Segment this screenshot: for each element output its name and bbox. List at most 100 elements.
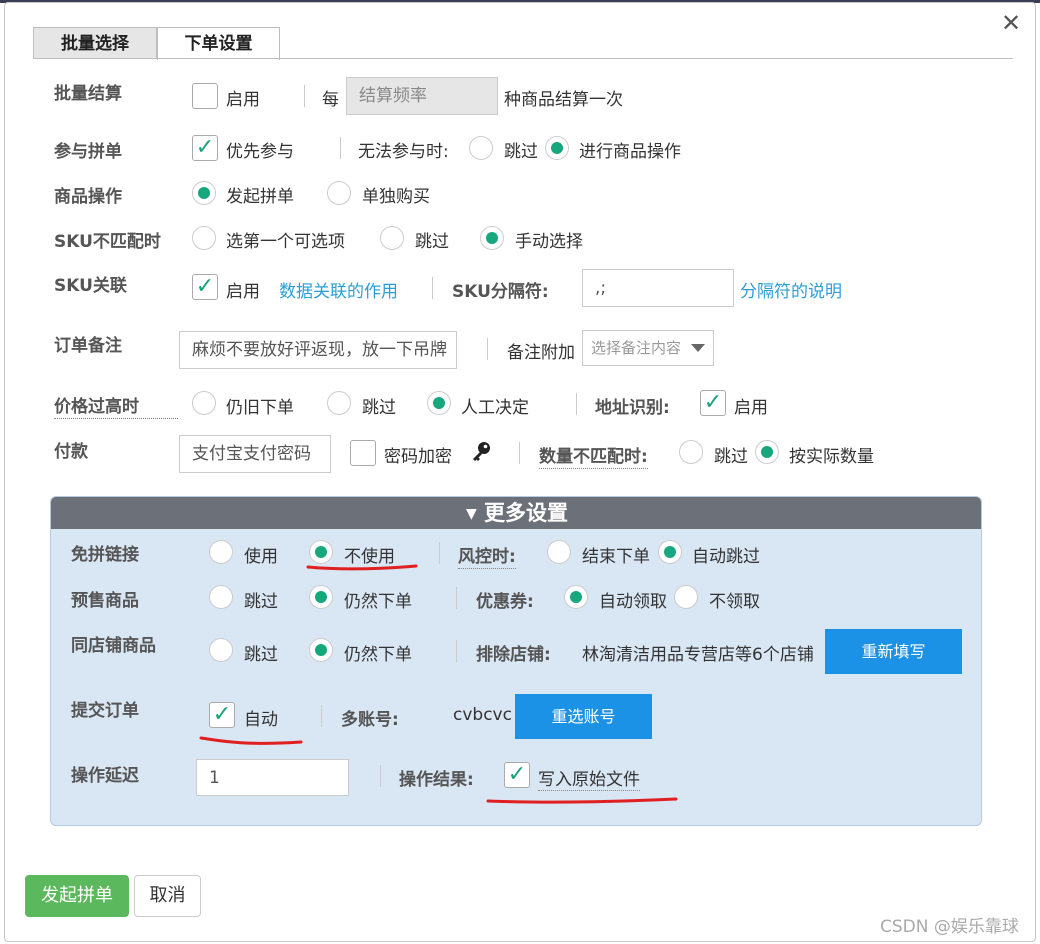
reselect-account-button[interactable]: 重选账号 bbox=[515, 694, 652, 739]
close-icon[interactable]: ✕ bbox=[998, 10, 1024, 36]
qty-actual-radio[interactable] bbox=[755, 440, 779, 464]
payment-label: 付款 bbox=[54, 442, 88, 462]
qty-actual-label: 按实际数量 bbox=[789, 447, 874, 467]
pay-password-input[interactable]: 支付宝支付密码 bbox=[179, 435, 331, 473]
start-group-radio[interactable] bbox=[192, 181, 216, 205]
submit-auto-label: 自动 bbox=[244, 710, 278, 730]
when-fail-skip-label: 跳过 bbox=[504, 142, 538, 162]
coupon-auto-radio[interactable] bbox=[564, 585, 588, 609]
free-link-use-label: 使用 bbox=[244, 547, 278, 567]
password-encrypt-checkbox[interactable] bbox=[350, 440, 376, 466]
multi-account-label: 多账号: bbox=[341, 710, 399, 730]
divider bbox=[487, 338, 488, 360]
start-group-button[interactable]: 发起拼单 bbox=[25, 875, 129, 917]
presale-still-radio[interactable] bbox=[309, 585, 333, 609]
key-icon bbox=[473, 442, 490, 461]
sku-first-label: 选第一个可选项 bbox=[226, 232, 345, 252]
risk-auto-skip-radio[interactable] bbox=[658, 540, 682, 564]
note-append-select[interactable]: 选择备注内容 bbox=[582, 330, 714, 366]
divider bbox=[439, 542, 440, 564]
sku-first-radio[interactable] bbox=[192, 226, 216, 250]
tab-order-settings[interactable]: 下单设置 bbox=[157, 27, 280, 60]
qty-mismatch-label: 数量不匹配时: bbox=[539, 442, 648, 469]
separator-help-link[interactable]: 分隔符的说明 bbox=[740, 277, 842, 302]
when-fail-skip-radio[interactable] bbox=[469, 136, 493, 160]
risk-auto-skip-label: 自动跳过 bbox=[692, 547, 760, 567]
same-shop-label: 同店铺商品 bbox=[71, 636, 156, 656]
divider bbox=[519, 442, 520, 464]
sku-mismatch-label: SKU不匹配时 bbox=[54, 232, 161, 252]
price-manual-radio[interactable] bbox=[427, 391, 451, 415]
cancel-button[interactable]: 取消 bbox=[134, 875, 201, 917]
coupon-no-radio[interactable] bbox=[674, 585, 698, 609]
op-result-label: 操作结果: bbox=[399, 770, 474, 790]
risk-end-radio[interactable] bbox=[547, 540, 571, 564]
qty-skip-radio[interactable] bbox=[679, 440, 703, 464]
tab-batch-select[interactable]: 批量选择 bbox=[33, 27, 157, 59]
settle-frequency-input[interactable]: 结算频率 bbox=[346, 77, 498, 115]
multi-account-value: cvbcvc bbox=[453, 705, 512, 725]
presale-skip-radio[interactable] bbox=[209, 585, 233, 609]
divider bbox=[380, 765, 381, 787]
address-recognize-checkbox[interactable]: ✓ bbox=[700, 390, 726, 416]
exclude-shop-label: 排除店铺: bbox=[476, 645, 551, 665]
divider bbox=[304, 85, 305, 107]
presale-label: 预售商品 bbox=[71, 591, 139, 611]
coupon-label: 优惠券: bbox=[476, 592, 534, 612]
order-note-input[interactable]: 麻烦不要放好评返现，放一下吊牌 bbox=[179, 331, 457, 369]
refill-button[interactable]: 重新填写 bbox=[825, 629, 962, 674]
note-append-label: 备注附加 bbox=[507, 343, 575, 363]
sku-separator-label: SKU分隔符: bbox=[452, 282, 549, 302]
password-encrypt-label: 密码加密 bbox=[384, 447, 452, 467]
priority-join-checkbox[interactable]: ✓ bbox=[192, 135, 218, 161]
same-shop-still-label: 仍然下单 bbox=[344, 645, 412, 665]
same-shop-still-radio[interactable] bbox=[309, 638, 333, 662]
when-fail-label: 无法参与时: bbox=[358, 142, 449, 162]
sku-skip-radio[interactable] bbox=[380, 226, 404, 250]
risk-end-label: 结束下单 bbox=[582, 547, 650, 567]
divider bbox=[340, 137, 341, 159]
when-fail-operate-radio[interactable] bbox=[545, 136, 569, 160]
batch-settle-suffix: 种商品结算一次 bbox=[504, 90, 623, 110]
order-note-label: 订单备注 bbox=[54, 336, 122, 356]
exclude-shop-value: 林淘清洁用品专营店等6个店铺 bbox=[582, 645, 814, 665]
buy-alone-radio[interactable] bbox=[327, 181, 351, 205]
batch-settle-label: 批量结算 bbox=[54, 84, 122, 104]
free-link-use-radio[interactable] bbox=[209, 540, 233, 564]
qty-skip-label: 跳过 bbox=[714, 447, 748, 467]
when-fail-operate-label: 进行商品操作 bbox=[579, 142, 681, 162]
price-skip-radio[interactable] bbox=[327, 391, 351, 415]
sku-link-checkbox[interactable]: ✓ bbox=[192, 274, 218, 300]
sku-link-enable-label: 启用 bbox=[226, 282, 260, 302]
group-buy-label: 参与拼单 bbox=[54, 142, 122, 162]
price-keep-radio[interactable] bbox=[192, 391, 216, 415]
op-delay-input[interactable]: 1 bbox=[196, 759, 349, 796]
submit-auto-checkbox[interactable]: ✓ bbox=[209, 702, 235, 728]
annotation-underline-write-original bbox=[486, 797, 678, 804]
divider bbox=[321, 705, 322, 727]
sku-skip-label: 跳过 bbox=[415, 232, 449, 252]
sku-link-help-link[interactable]: 数据关联的作用 bbox=[279, 277, 398, 302]
presale-still-label: 仍然下单 bbox=[344, 592, 412, 612]
coupon-no-label: 不领取 bbox=[709, 592, 760, 612]
more-settings-header[interactable]: ▼ 更多设置 bbox=[51, 497, 981, 529]
same-shop-skip-radio[interactable] bbox=[209, 638, 233, 662]
sku-manual-radio[interactable] bbox=[480, 226, 504, 250]
batch-settle-checkbox[interactable] bbox=[192, 83, 218, 109]
priority-join-label: 优先参与 bbox=[226, 142, 294, 162]
sku-manual-label: 手动选择 bbox=[515, 232, 583, 252]
price-skip-label: 跳过 bbox=[362, 398, 396, 418]
divider bbox=[432, 277, 433, 299]
more-settings-panel: ▼ 更多设置 免拼链接 使用 不使用 风控时: 结束下单 自动跳过 预售商品 跳… bbox=[50, 496, 982, 826]
divider bbox=[456, 640, 457, 662]
address-recognize-label: 地址识别: bbox=[595, 398, 670, 418]
triangle-down-icon: ▼ bbox=[465, 506, 477, 522]
coupon-auto-label: 自动领取 bbox=[599, 592, 667, 612]
sku-separator-input[interactable]: ,; bbox=[582, 269, 734, 307]
divider bbox=[576, 393, 577, 415]
caret-down-icon bbox=[691, 344, 705, 352]
note-append-select-text: 选择备注内容 bbox=[591, 339, 682, 357]
start-group-label: 发起拼单 bbox=[226, 187, 294, 207]
price-keep-label: 仍旧下单 bbox=[226, 398, 294, 418]
write-original-checkbox[interactable]: ✓ bbox=[504, 762, 530, 788]
